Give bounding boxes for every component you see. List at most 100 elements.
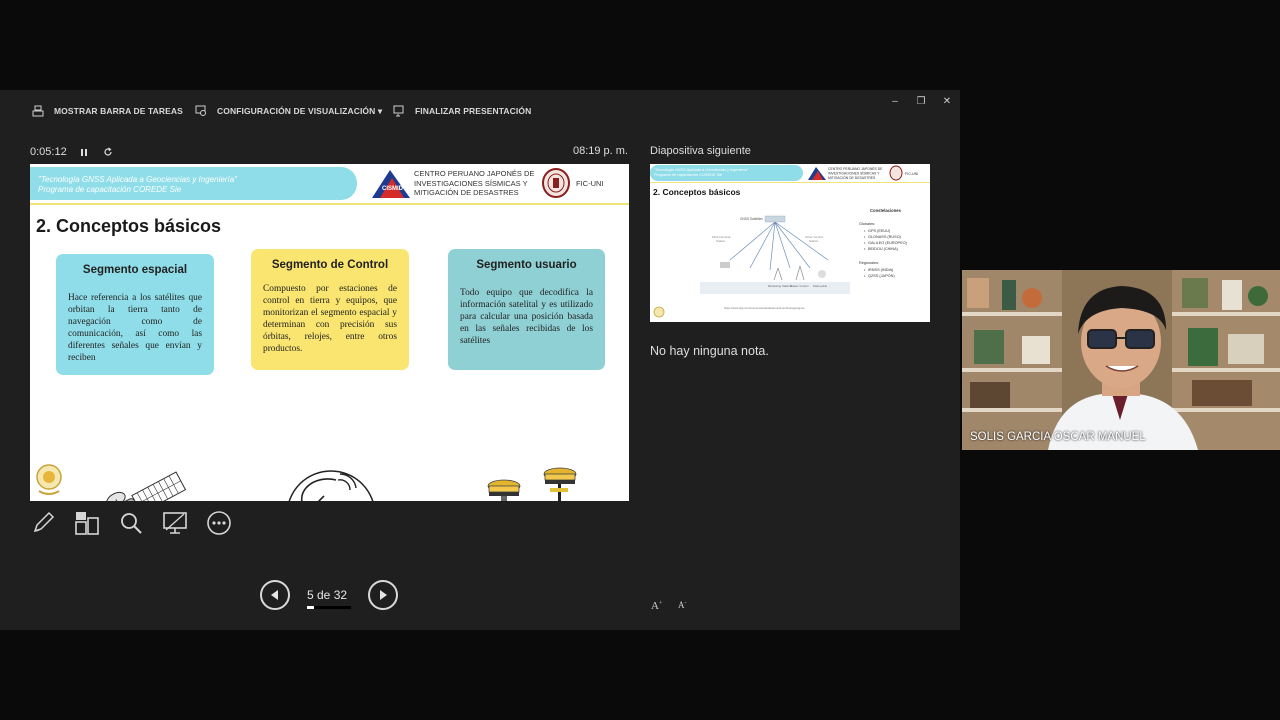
timer-row: 0:05:12 — [30, 145, 115, 159]
institution-line1: CENTRO PERUANO JAPONÉS DE — [414, 169, 535, 178]
presenter-toolbar: MOSTRAR BARRA DE TAREAS CONFIGURACIÓN DE… — [0, 90, 960, 130]
next-slide-button[interactable] — [368, 580, 398, 610]
svg-text:Programa de capacitación CORED: Programa de capacitación COREDE Sie — [654, 173, 722, 177]
next-slide-content: "Tecnología GNSS Aplicada a Geociencias … — [650, 165, 930, 318]
participant-video-frame — [962, 270, 1280, 450]
zoom-slide-button[interactable] — [118, 510, 144, 536]
previous-slide-button[interactable] — [260, 580, 290, 610]
svg-text:•: • — [864, 235, 866, 239]
gnss-receivers-illustration — [487, 467, 577, 501]
svg-text:GNSS Satellites: GNSS Satellites — [740, 217, 763, 221]
card-heading: Segmento espacial — [82, 264, 188, 276]
restore-button[interactable]: ❐ — [914, 96, 928, 107]
svg-text:Monitoring Stations: Monitoring Stations — [768, 284, 793, 288]
minimize-button[interactable]: – — [888, 96, 902, 107]
svg-text:Globales:: Globales: — [859, 222, 875, 226]
satellite-illustration — [106, 471, 187, 501]
increase-font-button[interactable]: A+ — [651, 600, 662, 612]
reset-icon — [104, 147, 112, 156]
participant-name: SOLIS GARCIA OSCAR MANUEL — [970, 431, 1146, 443]
card-heading: Segmento usuario — [476, 259, 577, 271]
institution-line2: INVESTIGACIONES SÍSMICAS Y — [414, 178, 528, 188]
svg-text:GLONASS (RUSO): GLONASS (RUSO) — [868, 235, 902, 239]
card-control-segment: Segmento de Control Compuesto por estaci… — [251, 249, 409, 370]
svg-text:Data uplink: Data uplink — [813, 284, 828, 288]
card-space-segment: Segmento espacial Hace referencia a los … — [56, 254, 214, 375]
see-all-slides-button[interactable] — [74, 510, 100, 536]
end-show-icon — [393, 105, 404, 117]
slide-header-text: "Tecnología GNSS Aplicada a Geociencias … — [38, 175, 237, 195]
institution-name: CENTRO PERUANO JAPONÉS DE INVESTIGACIONE… — [414, 169, 534, 198]
svg-text:INVESTIGACIONES SÍSMICAS Y: INVESTIGACIONES SÍSMICAS Y — [828, 172, 880, 176]
svg-text:"Tecnología GNSS Aplicada a Ge: "Tecnología GNSS Aplicada a Geociencias … — [654, 168, 749, 172]
cismid-logo: CISMID — [372, 170, 410, 198]
slide-header-band: "Tecnología GNSS Aplicada a Geociencias … — [30, 167, 357, 200]
svg-text:https://www.digi.com/resources: https://www.digi.com/resources/standards… — [724, 306, 805, 310]
card-body: Compuesto por estaciones de control en t… — [263, 284, 397, 354]
svg-text:IRNSS (INDIA): IRNSS (INDIA) — [868, 268, 894, 272]
pause-icon — [80, 148, 87, 156]
svg-text:FIC-UNI: FIC-UNI — [905, 172, 918, 176]
magnifier-icon — [121, 513, 142, 534]
svg-text:•: • — [864, 241, 866, 245]
increase-font-icon: A — [651, 600, 659, 612]
fic-uni-label: FIC-UNI — [576, 179, 604, 188]
triangle-right-icon — [380, 590, 387, 600]
pen-icon — [33, 511, 55, 533]
current-slide[interactable]: "Tecnología GNSS Aplicada a Geociencias … — [30, 164, 629, 501]
svg-text:Station: Station — [716, 239, 726, 243]
presenter-view: MOSTRAR BARRA DE TAREAS CONFIGURACIÓN DE… — [0, 90, 960, 630]
clock: 08:19 p. m. — [572, 145, 628, 157]
svg-text:Regionales:: Regionales: — [859, 261, 879, 265]
display-settings-icon — [195, 105, 206, 116]
slides-grid-icon — [75, 512, 99, 535]
slide-header-line2: Programa de capacitación COREDE Sie — [38, 185, 182, 194]
end-show-label: FINALIZAR PRESENTACIÓN — [415, 106, 532, 116]
pause-timer-button[interactable] — [77, 145, 91, 159]
svg-text:MITIGACIÓN DE DESASTRES: MITIGACIÓN DE DESASTRES — [828, 175, 876, 180]
global-constellation-item: • — [864, 229, 866, 233]
triangle-left-icon — [271, 590, 278, 600]
slide-progress-fill — [307, 606, 314, 609]
slide-header-divider — [30, 203, 629, 205]
svg-text:CISMID: CISMID — [382, 186, 404, 192]
svg-text:•: • — [864, 274, 866, 278]
svg-text:CENTRO PERUANO JAPONÉS DE: CENTRO PERUANO JAPONÉS DE — [828, 166, 883, 171]
card-heading: Segmento de Control — [271, 259, 389, 271]
svg-text:•: • — [864, 268, 866, 272]
svg-text:2. Conceptos básicos: 2. Conceptos básicos — [653, 187, 741, 197]
slide-progress-track — [307, 606, 351, 609]
svg-text:QZSS (JAPÓN): QZSS (JAPÓN) — [868, 273, 895, 278]
screen-toggle-icon — [163, 512, 187, 534]
close-button[interactable]: ✕ — [940, 96, 954, 107]
elapsed-time: 0:05:12 — [30, 146, 67, 158]
end-show-button[interactable]: FINALIZAR PRESENTACIÓN — [393, 104, 531, 118]
black-screen-button[interactable] — [162, 510, 188, 536]
decrease-font-button[interactable]: A- — [678, 600, 687, 610]
svg-text:Master Control: Master Control — [790, 284, 809, 288]
display-settings-label: CONFIGURACIÓN DE VISUALIZACIÓN ▾ — [217, 105, 383, 116]
speaker-notes: No hay ninguna nota. — [650, 344, 769, 358]
next-slide-preview[interactable]: "Tecnología GNSS Aplicada a Geociencias … — [650, 164, 930, 322]
next-slide-label: Diapositiva siguiente — [650, 145, 751, 157]
more-options-icon — [207, 511, 231, 535]
participant-video: SOLIS GARCIA OSCAR MANUEL — [962, 270, 1280, 450]
slide-navigation: 5 de 32 — [260, 580, 400, 612]
slide-title: 2. Conceptos básicos — [36, 216, 222, 236]
show-taskbar-button[interactable]: MOSTRAR BARRA DE TAREAS — [32, 104, 183, 118]
svg-text:Station: Station — [809, 239, 819, 243]
slide-tools — [30, 510, 232, 536]
taskbar-icon — [32, 105, 44, 117]
institution-line3: MITIGACIÓN DE DESASTRES — [414, 188, 519, 197]
card-body: Todo equipo que decodifica la informació… — [460, 288, 593, 346]
card-user-segment: Segmento usuario Todo equipo que decodif… — [448, 249, 605, 370]
display-settings-button[interactable]: CONFIGURACIÓN DE VISUALIZACIÓN ▾ — [195, 104, 382, 118]
svg-text:Constelaciones: Constelaciones — [870, 208, 902, 213]
more-options-button[interactable] — [206, 510, 232, 536]
reset-timer-button[interactable] — [101, 145, 115, 159]
svg-text:BEIDOU (CHINA): BEIDOU (CHINA) — [868, 247, 899, 251]
uni-seal-logo — [542, 168, 570, 198]
pen-tool-button[interactable] — [30, 510, 56, 536]
svg-text:GPS (EEUU): GPS (EEUU) — [868, 229, 891, 233]
svg-text:•: • — [864, 247, 866, 251]
